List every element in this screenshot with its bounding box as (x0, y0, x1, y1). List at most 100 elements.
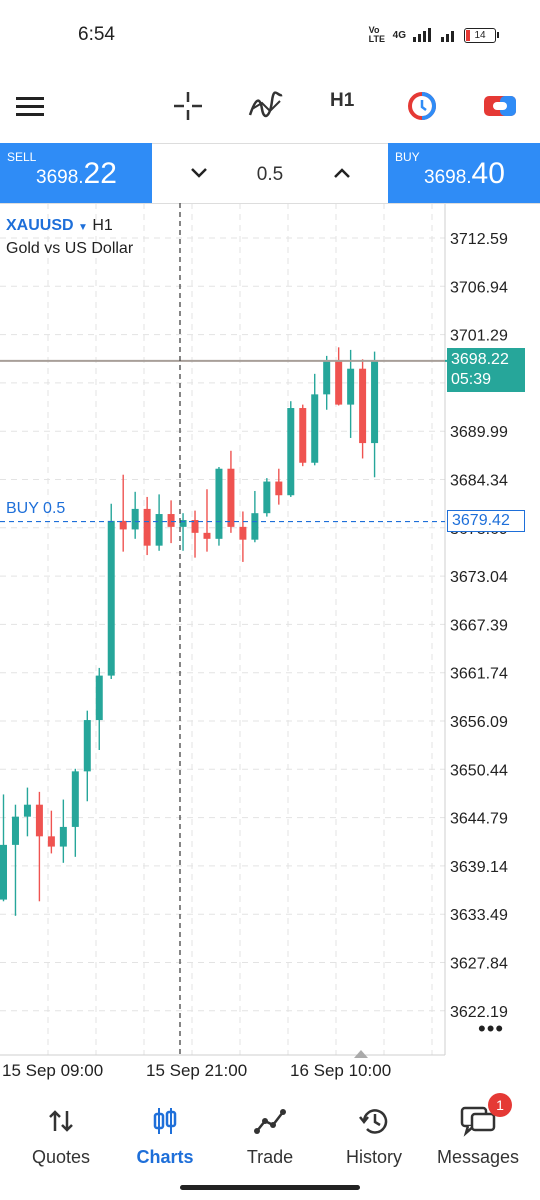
symbol-name: XAUUSD (6, 217, 74, 234)
candle-body (23, 804, 31, 817)
x-tick-label: 15 Sep 09:00 (2, 1061, 103, 1080)
charts-icon (153, 1108, 177, 1134)
candle-body (371, 361, 379, 444)
chart-timeframe: H1 (92, 217, 113, 234)
sell-button[interactable]: SELL 3698.22 (0, 143, 152, 203)
x-tick-label: 15 Sep 21:00 (146, 1061, 247, 1080)
status-time: 6:54 (78, 24, 115, 45)
home-indicator[interactable] (180, 1185, 360, 1190)
y-tick-label: 3673.04 (450, 569, 508, 586)
candle-body (347, 368, 355, 405)
volume-selector: 0.5 (152, 143, 388, 204)
candle-body (167, 514, 175, 527)
battery-level: 14 (474, 29, 486, 41)
candle-body (287, 408, 295, 496)
y-tick-label: 3701.29 (450, 328, 508, 345)
battery-icon: 14 (464, 27, 499, 43)
sell-label: SELL (7, 150, 37, 164)
candle-body (227, 468, 235, 527)
symbol-dropdown-icon: ▼ (78, 222, 88, 233)
timeframe-button[interactable]: H1 (330, 90, 354, 112)
crosshair-button[interactable] (166, 84, 210, 128)
candle-body (251, 513, 259, 540)
y-tick-label: 3661.74 (450, 666, 508, 683)
chart-symbol[interactable]: XAUUSD ▼ H1 (6, 217, 113, 235)
candle-body (59, 826, 67, 847)
volte-indicator: Vo LTE (368, 25, 385, 44)
y-tick-label: 3712.59 (450, 231, 508, 248)
trade-toggle-icon (484, 96, 516, 116)
price-chart[interactable]: 3712.593706.943701.293695.643689.993684.… (0, 203, 540, 1083)
buy-button[interactable]: BUY 3698.40 (388, 143, 540, 203)
symbol-description: Gold vs US Dollar (6, 240, 134, 257)
scroll-marker-icon (354, 1050, 368, 1058)
y-tick-label: 3627.84 (450, 956, 508, 973)
candle-body (155, 514, 163, 546)
y-tick-label: 3644.79 (450, 811, 508, 828)
candle-body (311, 394, 319, 463)
nav-charts[interactable]: Charts (113, 1103, 217, 1173)
candle-body (47, 836, 55, 847)
nav-quotes[interactable]: Quotes (9, 1103, 113, 1173)
sell-price-big: 22 (83, 157, 117, 190)
chart-toolbar (0, 70, 540, 142)
messages-badge: 1 (488, 1093, 512, 1117)
candle-body (359, 368, 367, 444)
buy-label: BUY (395, 150, 420, 164)
bottom-navigation: Quotes Charts Trade History Messages (0, 1083, 540, 1200)
nav-messages[interactable]: Messages (426, 1103, 530, 1173)
buy-price-prefix: 3698. (424, 167, 472, 188)
menu-button[interactable] (8, 84, 52, 128)
candle-body (215, 468, 223, 539)
buy-price: 3698.40 (424, 157, 505, 191)
one-click-trading-button[interactable] (400, 84, 444, 128)
position-price-tag: 3679.42 (447, 510, 525, 532)
one-click-trading-icon (408, 92, 436, 120)
signal-icon (413, 28, 431, 42)
y-tick-label: 3667.39 (450, 617, 508, 634)
y-tick-label: 3684.34 (450, 473, 508, 490)
candle-body (131, 508, 139, 530)
candle-body (95, 675, 103, 721)
nav-messages-label: Messages (436, 1147, 520, 1167)
one-click-trade-panel: SELL 3698.22 0.5 BUY 3698.40 (0, 143, 540, 204)
sell-price-prefix: 3698. (36, 167, 84, 188)
y-tick-label: 3689.99 (450, 424, 508, 441)
trade-toggle-button[interactable] (478, 84, 522, 128)
candle-body (239, 526, 247, 540)
y-tick-label: 3633.49 (450, 907, 508, 924)
candle-body (203, 532, 211, 539)
buy-price-big: 40 (471, 157, 505, 190)
y-tick-label: 3639.14 (450, 859, 508, 876)
x-tick-label: 16 Sep 10:00 (290, 1061, 391, 1080)
candle-body (299, 408, 307, 463)
candle-body (335, 360, 343, 405)
nav-trade[interactable]: Trade (218, 1103, 322, 1173)
current-price: 3698.22 (451, 351, 509, 368)
candle-body (263, 481, 271, 514)
network-type: 4G (392, 29, 406, 41)
chevron-up-icon[interactable] (331, 162, 353, 184)
history-icon (359, 1109, 388, 1134)
current-price-tag: 3698.22 05:39 (447, 348, 525, 392)
menu-icon (16, 97, 44, 116)
nav-trade-label: Trade (246, 1147, 294, 1167)
candle-body (143, 508, 151, 546)
candle-body (107, 520, 115, 676)
nav-history-label: History (345, 1147, 402, 1167)
status-bar: 6:54 Vo LTE 4G 14 (0, 0, 540, 70)
candle-body (323, 360, 331, 395)
candle-body (83, 720, 91, 772)
indicators-icon (248, 91, 283, 118)
candle-countdown: 05:39 (451, 371, 492, 388)
trade-icon (254, 1109, 286, 1134)
nav-history[interactable]: History (322, 1103, 426, 1173)
position-line-label[interactable]: BUY 0.5 (6, 500, 65, 518)
indicators-button[interactable] (244, 84, 288, 128)
more-options-icon[interactable]: ••• (478, 1016, 504, 1042)
candle-body (35, 804, 43, 837)
nav-quotes-label: Quotes (31, 1147, 91, 1167)
candle-body (0, 844, 7, 900)
crosshair-icon (174, 92, 202, 120)
status-icons: Vo LTE 4G 14 (368, 25, 499, 44)
